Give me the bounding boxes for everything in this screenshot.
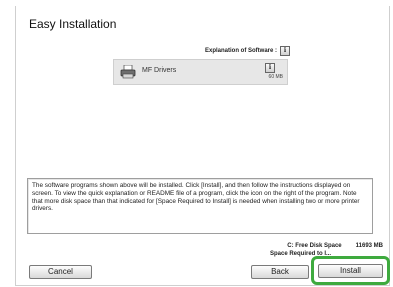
printer-icon bbox=[120, 65, 136, 79]
list-item[interactable]: MF Drivers i 60 MB bbox=[113, 59, 288, 85]
free-space-value: 11693 MB bbox=[355, 243, 383, 249]
description-box: The software programs shown above will b… bbox=[27, 178, 373, 234]
explanation-header: Explanation of Software : i bbox=[205, 46, 290, 56]
page-title: Easy Installation bbox=[29, 17, 117, 31]
software-size: 60 MB bbox=[268, 74, 283, 80]
info-icon[interactable]: i bbox=[265, 63, 275, 73]
software-name: MF Drivers bbox=[142, 67, 177, 74]
info-icon: i bbox=[280, 46, 290, 56]
back-button[interactable]: Back bbox=[251, 265, 309, 279]
explanation-label: Explanation of Software : bbox=[204, 48, 277, 54]
free-disk-space: C: Free Disk Space 11693 MB bbox=[287, 243, 383, 249]
install-highlight bbox=[311, 256, 390, 285]
free-space-label: C: Free Disk Space bbox=[287, 243, 342, 249]
cancel-button[interactable]: Cancel bbox=[29, 265, 92, 279]
